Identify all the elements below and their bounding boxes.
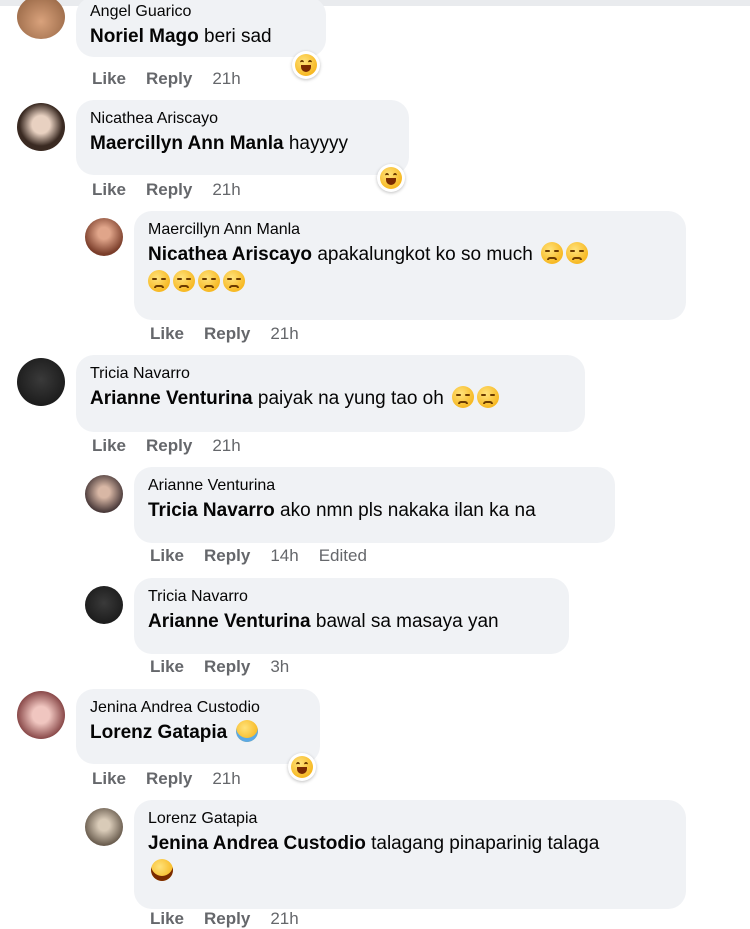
timestamp[interactable]: 21h	[212, 769, 240, 788]
comment-author[interactable]: Jenina Andrea Custodio	[90, 697, 306, 719]
sad-emoji-icon	[148, 270, 170, 292]
timestamp[interactable]: 21h	[212, 180, 240, 199]
comment-author[interactable]: Lorenz Gatapia	[148, 808, 672, 830]
sad-emoji-icon	[452, 386, 475, 408]
mention-link[interactable]: Nicathea Ariscayo	[148, 244, 312, 265]
laughing-emoji-icon	[151, 859, 173, 881]
timestamp[interactable]: 14h	[270, 546, 298, 565]
comment-actions: Like Reply 21h	[92, 436, 261, 456]
avatar[interactable]	[17, 691, 65, 739]
sad-emoji-icon	[477, 386, 500, 408]
comment-actions: Like Reply 21h	[150, 324, 319, 344]
sad-emoji-icon	[173, 270, 195, 292]
reply-button[interactable]: Reply	[146, 69, 192, 88]
comment-bubble: Lorenz Gatapia Jenina Andrea Custodio ta…	[134, 800, 686, 909]
comment-text: bawal sa masaya yan	[315, 611, 499, 632]
reply-button[interactable]: Reply	[204, 546, 250, 565]
mention-link[interactable]: Maercillyn Ann Manla	[90, 133, 284, 154]
comment-text: paiyak na yung tao oh	[257, 388, 444, 409]
comment-actions: Like Reply 14h Edited	[150, 546, 387, 566]
reply-button[interactable]: Reply	[204, 657, 250, 676]
sad-emoji-icon	[566, 242, 589, 264]
reply-button[interactable]: Reply	[146, 436, 192, 455]
comment-body: Noriel Mago beri sad	[90, 23, 312, 51]
like-button[interactable]: Like	[150, 546, 184, 565]
crying-emoji-icon	[235, 720, 258, 742]
comment-bubble: Nicathea Ariscayo Maercillyn Ann Manla h…	[76, 100, 409, 175]
comment-text: beri sad	[204, 26, 272, 47]
comment-body: Arianne Venturina paiyak na yung tao oh	[90, 385, 571, 413]
like-button[interactable]: Like	[92, 769, 126, 788]
reply-button[interactable]: Reply	[146, 180, 192, 199]
like-button[interactable]: Like	[150, 657, 184, 676]
comment-body: Nicathea Ariscayo apakalungkot ko so muc…	[148, 241, 672, 297]
comment-actions: Like Reply 21h	[92, 180, 261, 200]
comment-bubble: Angel Guarico Noriel Mago beri sad	[76, 0, 326, 57]
comment-author[interactable]: Nicathea Ariscayo	[90, 108, 395, 130]
reply-button[interactable]: Reply	[146, 769, 192, 788]
timestamp[interactable]: 21h	[212, 436, 240, 455]
mention-link[interactable]: Lorenz Gatapia	[90, 722, 227, 743]
mention-link[interactable]: Tricia Navarro	[148, 500, 275, 521]
comment-bubble: Tricia Navarro Arianne Venturina bawal s…	[134, 578, 569, 654]
avatar[interactable]	[17, 358, 65, 406]
haha-reaction-icon[interactable]	[288, 753, 316, 781]
comment-actions: Like Reply 21h	[92, 69, 261, 89]
mention-link[interactable]: Jenina Andrea Custodio	[148, 833, 366, 854]
comment-text: hayyyy	[288, 133, 348, 154]
comment-text: apakalungkot ko so much	[317, 244, 533, 265]
sad-emoji-icon	[223, 270, 245, 292]
haha-reaction-icon[interactable]	[292, 51, 320, 79]
timestamp[interactable]: 3h	[270, 657, 289, 676]
comment-author[interactable]: Maercillyn Ann Manla	[148, 219, 672, 241]
comment-actions: Like Reply 21h	[150, 909, 319, 929]
like-button[interactable]: Like	[92, 436, 126, 455]
avatar[interactable]	[85, 586, 123, 624]
comment-body: Arianne Venturina bawal sa masaya yan	[148, 608, 555, 636]
timestamp[interactable]: 21h	[212, 69, 240, 88]
haha-reaction-icon[interactable]	[377, 164, 405, 192]
comment-author[interactable]: Tricia Navarro	[148, 586, 555, 608]
like-button[interactable]: Like	[150, 324, 184, 343]
mention-link[interactable]: Arianne Venturina	[148, 611, 311, 632]
comment-bubble: Arianne Venturina Tricia Navarro ako nmn…	[134, 467, 615, 543]
reply-button[interactable]: Reply	[204, 324, 250, 343]
edited-label[interactable]: Edited	[319, 546, 367, 565]
avatar[interactable]	[85, 218, 123, 256]
comment-author[interactable]: Tricia Navarro	[90, 363, 571, 385]
comment-actions: Like Reply 21h	[92, 769, 261, 789]
comment-body: Lorenz Gatapia	[90, 719, 306, 747]
comment-text: ako nmn pls nakaka ilan ka na	[280, 500, 536, 521]
comment-author[interactable]: Angel Guarico	[90, 1, 312, 23]
comment-bubble: Maercillyn Ann Manla Nicathea Ariscayo a…	[134, 211, 686, 320]
comment-bubble: Jenina Andrea Custodio Lorenz Gatapia	[76, 689, 320, 764]
like-button[interactable]: Like	[92, 180, 126, 199]
comment-body: Jenina Andrea Custodio talagang pinapari…	[148, 830, 618, 886]
avatar[interactable]	[85, 475, 123, 513]
comment-actions: Like Reply 3h	[150, 657, 309, 677]
sad-emoji-icon	[541, 242, 564, 264]
sad-emoji-icon	[198, 270, 220, 292]
timestamp[interactable]: 21h	[270, 324, 298, 343]
avatar[interactable]	[85, 808, 123, 846]
avatar[interactable]	[17, 103, 65, 151]
comment-body: Tricia Navarro ako nmn pls nakaka ilan k…	[148, 497, 601, 525]
comment-bubble: Tricia Navarro Arianne Venturina paiyak …	[76, 355, 585, 432]
mention-link[interactable]: Noriel Mago	[90, 26, 199, 47]
comment-author[interactable]: Arianne Venturina	[148, 475, 601, 497]
comment-text: talagang pinaparinig talaga	[371, 833, 600, 854]
like-button[interactable]: Like	[92, 69, 126, 88]
mention-link[interactable]: Arianne Venturina	[90, 388, 253, 409]
avatar[interactable]	[17, 0, 65, 39]
comment-body: Maercillyn Ann Manla hayyyy	[90, 130, 395, 158]
